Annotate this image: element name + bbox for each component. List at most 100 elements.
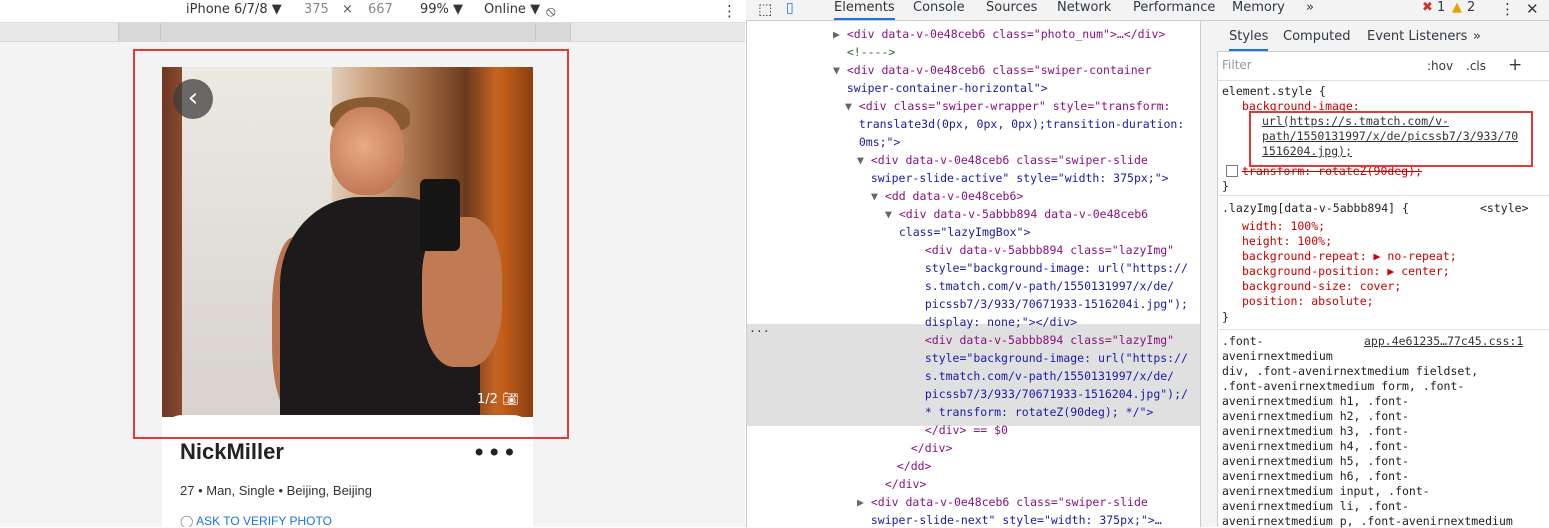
- style-rule-line[interactable]: .font-: [1222, 334, 1264, 348]
- dom-node-line[interactable]: style="background-image: url("https://: [911, 261, 1188, 275]
- dom-node-line[interactable]: swiper-slide-active" style="width: 375px…: [857, 171, 1169, 185]
- dom-node-line[interactable]: style="background-image: url("https://: [911, 351, 1188, 365]
- dom-node-line[interactable]: picssb7/3/933/70671933-1516204.jpg");/: [911, 387, 1188, 401]
- dom-node-line[interactable]: </dd>: [883, 459, 932, 473]
- style-rule-line[interactable]: element.style {: [1222, 84, 1326, 98]
- dom-node-line[interactable]: s.tmatch.com/v-path/1550131997/x/de/: [911, 369, 1174, 383]
- style-rule-line[interactable]: app.4e61235…77c45.css:1: [1364, 334, 1523, 348]
- ruler-tick: [118, 23, 119, 41]
- more-tabs-button[interactable]: »: [1306, 0, 1314, 15]
- expand-toggle-icon[interactable]: ▼: [885, 207, 899, 221]
- style-rule-line[interactable]: avenirnextmedium h2, .font-: [1222, 409, 1409, 423]
- dom-node-line[interactable]: </div>: [871, 477, 927, 491]
- elements-tree[interactable]: ▶ <div data-v-0e48ceb6 class="photo_num"…: [747, 21, 1200, 527]
- dom-node-line[interactable]: translate3d(0px, 0px, 0px);transition-du…: [845, 117, 1184, 131]
- style-rule-line[interactable]: .lazyImg[data-v-5abbb894] {: [1222, 201, 1409, 215]
- dom-node-text: swiper-slide-active" style="width: 375px…: [870, 171, 1169, 185]
- style-rule-line[interactable]: .font-avenirnextmedium form, .font-: [1222, 379, 1464, 393]
- style-rule-line[interactable]: }: [1222, 310, 1229, 324]
- device-select[interactable]: iPhone 6/7/8 ▼: [186, 2, 282, 17]
- dom-node-line[interactable]: s.tmatch.com/v-path/1550131997/x/de/: [911, 279, 1174, 293]
- close-icon[interactable]: ✕: [1526, 0, 1539, 18]
- style-rule-line[interactable]: avenirnextmedium: [1222, 349, 1333, 363]
- style-rule-line[interactable]: avenirnextmedium h6, .font-: [1222, 469, 1409, 483]
- tab-performance[interactable]: Performance: [1133, 0, 1215, 15]
- dom-node-line[interactable]: <div data-v-5abbb894 class="lazyImg": [911, 333, 1174, 347]
- dom-node-line[interactable]: <!---->: [833, 45, 895, 59]
- style-rule-line[interactable]: background-size: cover;: [1242, 279, 1401, 293]
- dom-node-line[interactable]: ▼ <div data-v-0e48ceb6 class="swiper-con…: [833, 63, 1152, 77]
- verify-photo-link[interactable]: ◯ ASK TO VERIFY PHOTO: [180, 514, 332, 527]
- expand-toggle-icon[interactable]: ▶: [833, 27, 847, 41]
- style-rule-line[interactable]: height: 100%;: [1242, 234, 1332, 248]
- rotate-icon[interactable]: ⦸: [546, 2, 556, 20]
- more-style-tabs-button[interactable]: »: [1473, 29, 1481, 44]
- tab-network[interactable]: Network: [1057, 0, 1111, 15]
- dom-node-line[interactable]: <div data-v-5abbb894 class="lazyImg": [911, 243, 1174, 257]
- expand-toggle-icon[interactable]: ▼: [871, 189, 885, 203]
- tab-memory[interactable]: Memory: [1232, 0, 1285, 15]
- more-options-button[interactable]: •••: [472, 439, 517, 467]
- style-rule-line[interactable]: avenirnextmedium p, .font-avenirnextmedi…: [1222, 514, 1513, 528]
- expand-toggle-icon[interactable]: ▼: [845, 99, 859, 113]
- dom-node-line[interactable]: ▼ <div data-v-0e48ceb6 class="swiper-sli…: [857, 153, 1148, 167]
- style-rule-line[interactable]: avenirnextmedium h1, .font-: [1222, 394, 1409, 408]
- dom-node-line[interactable]: ▼ <div class="swiper-wrapper" style="tra…: [845, 99, 1170, 113]
- style-rule-line[interactable]: width: 100%;: [1242, 219, 1325, 233]
- dom-node-text: style="background-image: url("https://: [924, 351, 1188, 365]
- style-rule-line[interactable]: background-repeat: ▶ no-repeat;: [1242, 249, 1457, 263]
- tab-computed[interactable]: Computed: [1283, 29, 1351, 44]
- style-rule-line[interactable]: position: absolute;: [1242, 294, 1374, 308]
- tab-event-listeners[interactable]: Event Listeners: [1367, 29, 1467, 44]
- hov-toggle[interactable]: :hov: [1427, 59, 1453, 73]
- tab-elements[interactable]: Elements: [834, 0, 895, 20]
- inspect-icon[interactable]: ⬚: [758, 0, 772, 18]
- dom-node-line[interactable]: 0ms;">: [845, 135, 901, 149]
- error-icon[interactable]: ✖: [1422, 0, 1433, 15]
- dom-node-line[interactable]: class="lazyImgBox">: [885, 225, 1031, 239]
- pane-splitter[interactable]: [1200, 21, 1218, 527]
- add-rule-button[interactable]: +: [1508, 55, 1522, 75]
- network-select[interactable]: Online ▼: [484, 2, 540, 17]
- style-rule-line[interactable]: avenirnextmedium input, .font-: [1222, 484, 1430, 498]
- dom-node-line[interactable]: swiper-slide-next" style="width: 375px;"…: [857, 513, 1162, 527]
- more-options-icon[interactable]: ⋮: [1500, 0, 1515, 18]
- verify-photo-label: ASK TO VERIFY PHOTO: [196, 514, 332, 527]
- node-actions-icon[interactable]: ···: [749, 324, 770, 338]
- dom-node-line[interactable]: ▶ <div data-v-0e48ceb6 class="photo_num"…: [833, 27, 1165, 41]
- ruler-segment[interactable]: [118, 23, 570, 41]
- expand-toggle-icon[interactable]: ▶: [857, 495, 871, 509]
- height-input[interactable]: 667: [368, 2, 393, 17]
- style-rule-line[interactable]: <style>: [1480, 201, 1528, 215]
- tab-console[interactable]: Console: [913, 0, 965, 15]
- styles-filter-input[interactable]: Filter: [1222, 58, 1412, 76]
- dom-node-line[interactable]: </div> == $0: [911, 423, 1008, 437]
- dom-node-line[interactable]: picssb7/3/933/70671933-1516204i.jpg");: [911, 297, 1188, 311]
- dom-node-line[interactable]: swiper-container-horizontal">: [833, 81, 1048, 95]
- style-rule-line[interactable]: avenirnextmedium h3, .font-: [1222, 424, 1409, 438]
- device-toggle-icon[interactable]: ▯: [786, 0, 794, 16]
- style-rule-line[interactable]: background-position: ▶ center;: [1242, 264, 1450, 278]
- dom-node-line[interactable]: ▼ <dd data-v-0e48ceb6>: [871, 189, 1023, 203]
- dom-node-line[interactable]: ▼ <div data-v-5abbb894 data-v-0e48ceb6: [885, 207, 1148, 221]
- style-rule-line[interactable]: avenirnextmedium li, .font-: [1222, 499, 1409, 513]
- tab-sources[interactable]: Sources: [986, 0, 1037, 15]
- width-input[interactable]: 375: [304, 2, 329, 17]
- style-rule-line[interactable]: div, .font-avenirnextmedium fieldset,: [1222, 364, 1478, 378]
- warning-icon[interactable]: ▲: [1452, 0, 1462, 15]
- style-rule-line[interactable]: avenirnextmedium h5, .font-: [1222, 454, 1409, 468]
- more-options-icon[interactable]: ⋮: [722, 2, 737, 20]
- expand-toggle-icon[interactable]: ▼: [857, 153, 871, 167]
- dom-node-line[interactable]: ▶ <div data-v-0e48ceb6 class="swiper-sli…: [857, 495, 1148, 509]
- dom-node-line[interactable]: </div>: [897, 441, 953, 455]
- zoom-select[interactable]: 99% ▼: [420, 2, 463, 17]
- expand-toggle-icon[interactable]: ▼: [833, 63, 847, 77]
- cls-toggle[interactable]: .cls: [1466, 59, 1486, 73]
- property-checkbox[interactable]: [1226, 165, 1238, 177]
- tab-styles[interactable]: Styles: [1229, 29, 1269, 51]
- dom-node-line[interactable]: display: none;"></div>: [911, 315, 1077, 329]
- style-rule-line[interactable]: }: [1222, 179, 1229, 193]
- style-rule-line[interactable]: avenirnextmedium h4, .font-: [1222, 439, 1409, 453]
- device-name: iPhone 6/7/8: [186, 2, 268, 17]
- dom-node-line[interactable]: * transform: rotateZ(90deg); */">: [911, 405, 1153, 419]
